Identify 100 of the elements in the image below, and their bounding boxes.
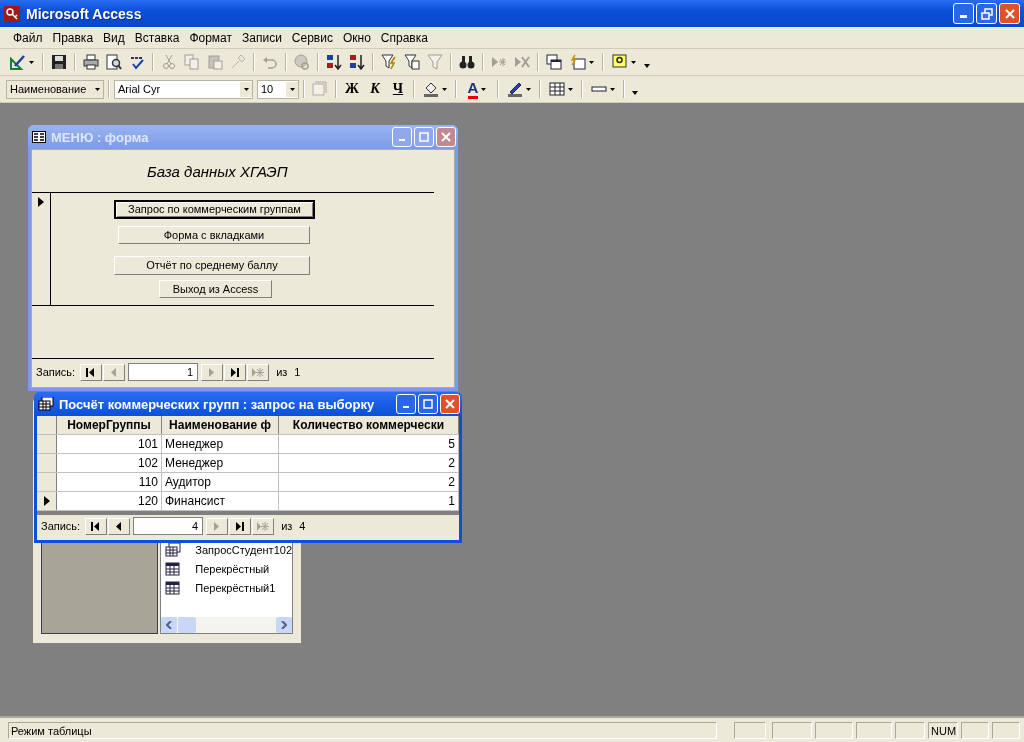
record-count: 4 [299,520,306,532]
design-view-icon [10,54,26,70]
table-cell: 5 [279,435,459,453]
caret-icon [442,87,447,91]
close-icon [1003,7,1016,20]
previous-record-button[interactable] [108,517,131,535]
scroll-thumb[interactable] [178,617,197,633]
funnel-lightning-icon [381,54,397,70]
delete-record-icon [514,54,530,70]
restore-button[interactable] [976,3,997,24]
record-count-label: из [281,520,293,532]
new-object-icon [570,54,586,70]
window-title: Microsoft Access [26,5,142,22]
save-icon [51,54,67,70]
font-combo[interactable]: Arial Cyr [114,79,253,99]
menu-item[interactable]: Вставка [129,28,185,47]
grid-icon [549,81,565,97]
font-size-combo[interactable]: 10 [257,79,299,99]
new-record-icon [491,54,507,70]
menu-item[interactable]: Правка [47,28,99,47]
menu-item[interactable]: Окно [337,28,376,47]
status-panel [815,721,853,739]
toolbar-options-icon[interactable] [644,64,650,68]
close-icon [441,132,451,142]
object-item[interactable]: ЗапросСтудент102 [195,544,292,556]
close-icon [445,399,455,409]
first-record-button[interactable] [85,517,108,535]
menu-item[interactable]: Формат [184,28,238,47]
key-icon [4,5,20,22]
close-button[interactable] [999,3,1020,24]
table-cell: Аудитор [162,473,279,491]
maximize-button[interactable] [418,394,438,414]
maximize-icon [419,132,429,142]
print-preview-button[interactable] [103,51,125,73]
brush-icon [230,54,246,70]
menu-item[interactable]: Справка [375,28,433,47]
style-combo[interactable]: Наименование [6,79,104,99]
form-command-button[interactable]: Выход из Access [159,279,272,298]
column-header[interactable]: НомерГруппы [57,416,162,434]
form-command-button[interactable]: Запрос по коммерческим группам [114,200,315,219]
table-cell: 1 [279,492,459,510]
caret-icon [289,87,295,91]
horizontal-scrollbar[interactable] [161,617,292,633]
menu-item[interactable]: Вид [98,28,130,47]
close-button[interactable] [440,394,460,414]
object-item[interactable]: Перекрёстный [195,563,270,575]
form-command-button[interactable]: Форма с вкладками [118,225,310,245]
column-header[interactable]: Количество коммерчески [279,416,459,434]
record-selector[interactable] [37,492,57,510]
minimize-icon [399,139,405,141]
record-number-field[interactable]: 4 [133,517,204,535]
column-header[interactable]: Наименование ф [162,416,279,434]
menu-item[interactable]: Записи [237,28,287,47]
chevron-left-icon [166,621,173,629]
frame-icon [312,81,328,97]
minimize-button[interactable] [953,3,974,24]
query-icon [165,543,182,557]
record-label: Запись: [41,520,81,532]
funnel-form-button[interactable] [401,51,423,73]
minimize-icon [960,15,967,18]
record-count: 1 [294,366,301,378]
toolbar-options-icon[interactable] [632,91,638,95]
minimize-button[interactable] [396,394,416,414]
select-all-cell[interactable] [37,416,57,434]
pen-icon [507,81,523,97]
minimize-icon [403,406,409,408]
chevron-right-icon [281,621,287,629]
bold-button[interactable]: Ж [341,78,363,100]
cut-icon [161,54,177,70]
table-icon [165,562,182,576]
print-button[interactable] [80,51,102,73]
new-record-icon [251,365,266,379]
scroll-left-button[interactable] [161,617,178,633]
sort-descending-icon [349,54,365,70]
menu-item[interactable]: Сервис [286,28,338,47]
table-icon [165,581,182,595]
status-panel [961,721,989,739]
funnel-form-icon [404,54,420,70]
query-icon [38,397,54,411]
underline-button[interactable]: Ч [387,78,409,100]
record-pointer-icon [43,496,50,506]
font-color-button[interactable]: A [461,78,493,100]
caret-icon [610,87,615,91]
copy-icon [184,54,200,70]
caret-icon [631,60,636,64]
form-command-button[interactable]: Отчёт по среднему баллу [114,256,310,275]
italic-button[interactable]: К [364,78,386,100]
record-count-label: из [276,366,288,378]
num-lock-indicator: NUM [928,721,958,739]
scroll-right-button[interactable] [276,617,292,633]
caret-icon [589,60,594,64]
menu-item[interactable]: Файл [8,28,48,47]
status-panel [734,721,766,739]
windows-button[interactable] [543,51,565,73]
print-preview-icon [106,54,122,70]
window-title: Посчёт коммерческих групп : запрос на выборку [59,396,375,412]
last-record-button[interactable] [229,517,252,535]
object-item[interactable]: Перекрёстный1 [195,582,276,594]
table-cell: 102 [57,454,162,472]
caret-icon [243,87,249,91]
